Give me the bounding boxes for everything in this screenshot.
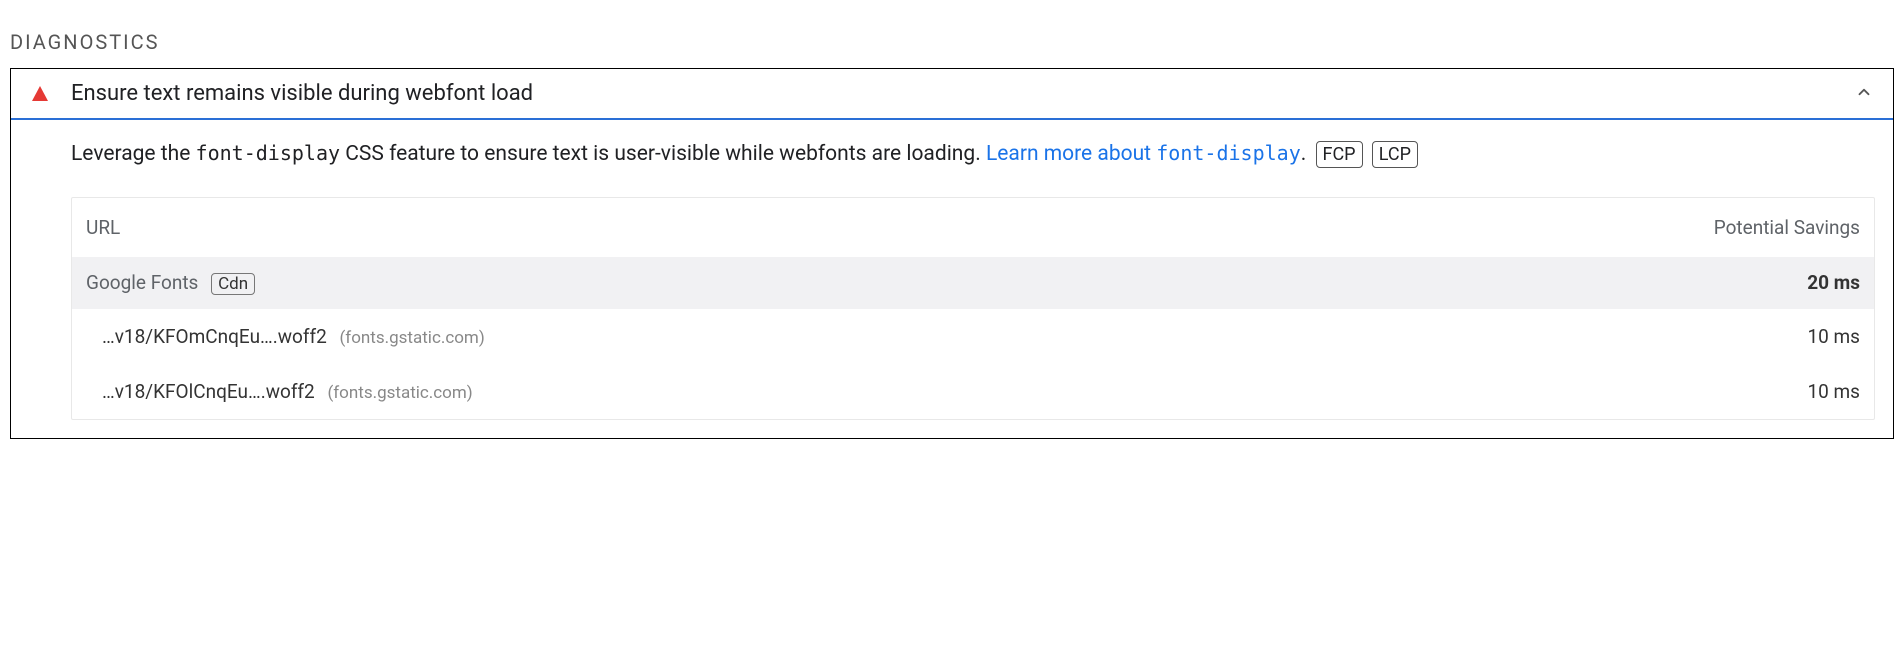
link-pre: Learn more about bbox=[986, 142, 1156, 166]
desc-suffix: . bbox=[1301, 142, 1312, 166]
group-label: Google Fonts bbox=[86, 271, 198, 294]
col-header-savings: Potential Savings bbox=[1710, 216, 1860, 239]
table-row: …v18/KFOlCnqEu….woff2 (fonts.gstatic.com… bbox=[72, 364, 1874, 419]
audit-body: Leverage the font-display CSS feature to… bbox=[11, 120, 1893, 438]
desc-mid: CSS feature to ensure text is user-visib… bbox=[340, 142, 986, 166]
row-path: …v18/KFOmCnqEu….woff2 bbox=[102, 325, 327, 348]
learn-more-link[interactable]: Learn more about font-display bbox=[986, 142, 1301, 166]
row-savings: 10 ms bbox=[1710, 380, 1860, 403]
row-url: …v18/KFOmCnqEu….woff2 (fonts.gstatic.com… bbox=[102, 325, 1710, 348]
row-savings: 10 ms bbox=[1710, 325, 1860, 348]
table-header: URL Potential Savings bbox=[72, 198, 1874, 257]
table-row: …v18/KFOmCnqEu….woff2 (fonts.gstatic.com… bbox=[72, 309, 1874, 364]
cdn-tag: Cdn bbox=[211, 273, 255, 295]
section-heading: DIAGNOSTICS bbox=[10, 30, 1894, 54]
link-code: font-display bbox=[1156, 141, 1301, 165]
row-host: (fonts.gstatic.com) bbox=[327, 383, 472, 403]
group-savings: 20 ms bbox=[1710, 271, 1860, 294]
desc-prefix: Leverage the bbox=[71, 142, 196, 166]
audit-description: Leverage the font-display CSS feature to… bbox=[71, 138, 1875, 171]
desc-code: font-display bbox=[196, 141, 341, 165]
group-label-cell: Google Fonts Cdn bbox=[86, 271, 1710, 295]
fail-triangle-icon bbox=[31, 85, 49, 103]
metric-tag-fcp: FCP bbox=[1316, 141, 1363, 168]
row-path: …v18/KFOlCnqEu….woff2 bbox=[102, 380, 315, 403]
audit-title: Ensure text remains visible during webfo… bbox=[71, 81, 533, 106]
group-row: Google Fonts Cdn 20 ms bbox=[72, 257, 1874, 309]
row-host: (fonts.gstatic.com) bbox=[339, 328, 484, 348]
row-url: …v18/KFOlCnqEu….woff2 (fonts.gstatic.com… bbox=[102, 380, 1710, 403]
resources-table: URL Potential Savings Google Fonts Cdn 2… bbox=[71, 197, 1875, 420]
metric-tag-lcp: LCP bbox=[1372, 141, 1418, 168]
chevron-up-icon bbox=[1855, 82, 1873, 106]
audit-header[interactable]: Ensure text remains visible during webfo… bbox=[11, 69, 1893, 120]
col-header-url: URL bbox=[86, 216, 1710, 239]
audit-panel: Ensure text remains visible during webfo… bbox=[10, 68, 1894, 439]
